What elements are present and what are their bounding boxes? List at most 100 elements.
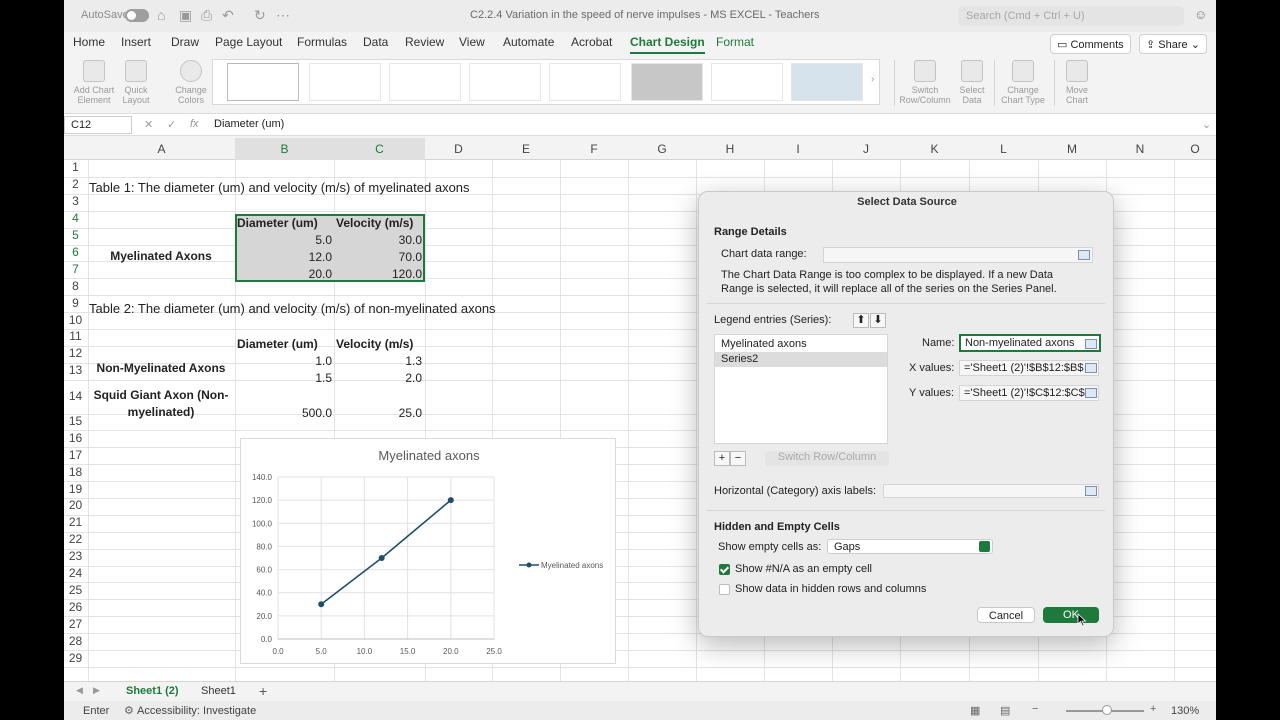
name-box[interactable]: C12 <box>64 116 132 134</box>
normal-view-icon[interactable]: ▦ <box>970 704 980 717</box>
category-range-picker-icon[interactable] <box>1085 486 1097 496</box>
row-header-5[interactable]: 5 <box>64 228 87 242</box>
row-header-10[interactable]: 10 <box>64 313 87 327</box>
confirm-icon[interactable]: ✓ <box>167 118 176 131</box>
tab-insert[interactable]: Insert <box>121 35 151 49</box>
show-hidden-checkbox[interactable] <box>719 584 730 595</box>
column-header-m[interactable]: M <box>1038 142 1106 156</box>
embedded-chart[interactable]: Myelinated axons 0.0 5.0 10.0 15.0 20.0 25.0 0… <box>240 438 616 664</box>
category-axis-labels-input[interactable] <box>883 484 1099 498</box>
range-picker-icon[interactable] <box>1078 250 1090 260</box>
tab-automate[interactable]: Automate <box>503 35 554 49</box>
column-header-n[interactable]: N <box>1106 142 1174 156</box>
ok-button[interactable]: OK <box>1043 607 1099 623</box>
row-header-7[interactable]: 7 <box>64 262 87 276</box>
select-data-button[interactable]: Select Data <box>954 60 990 105</box>
search-input[interactable]: Search (Cmd + Ctrl + U) <box>958 6 1184 26</box>
sheet-tab-sheet1-2[interactable]: Sheet1 (2) <box>126 685 179 697</box>
row-header-24[interactable]: 24 <box>64 566 87 580</box>
row-header-9[interactable]: 9 <box>64 296 87 310</box>
move-chart-button[interactable]: Move Chart <box>1058 60 1096 105</box>
tab-review[interactable]: Review <box>405 35 444 49</box>
change-colors-button[interactable]: Change Colors <box>172 60 210 105</box>
row-header-16[interactable]: 16 <box>64 431 87 445</box>
chart-style-thumb-3[interactable] <box>389 63 461 101</box>
row-header-28[interactable]: 28 <box>64 634 87 648</box>
row-header-26[interactable]: 26 <box>64 600 87 614</box>
column-header-o[interactable]: O <box>1174 142 1216 156</box>
column-header-a[interactable]: A <box>88 142 235 156</box>
formula-input[interactable]: Diameter (um) <box>214 118 284 130</box>
chart-style-thumb-7[interactable] <box>711 63 783 101</box>
quick-layout-button[interactable]: Quick Layout <box>118 60 154 105</box>
chart-style-thumb-1[interactable] <box>227 63 299 101</box>
zoom-out-icon[interactable]: − <box>1032 703 1038 715</box>
show-na-checkbox[interactable] <box>719 564 730 575</box>
chart-style-thumb-6[interactable] <box>631 63 703 101</box>
autosave-toggle[interactable] <box>125 9 149 22</box>
scroll-left-icon[interactable]: ◀ <box>76 685 83 696</box>
column-header-d[interactable]: D <box>425 142 492 156</box>
name-range-picker-icon[interactable] <box>1085 339 1097 349</box>
print-icon[interactable]: ⎙ <box>201 7 212 24</box>
row-header-13[interactable]: 13 <box>64 363 87 377</box>
row-header-2[interactable]: 2 <box>64 177 87 191</box>
row-header-19[interactable]: 19 <box>64 482 87 496</box>
remove-series-button[interactable]: − <box>730 451 746 466</box>
series-item-series2[interactable]: Series2 <box>715 352 887 367</box>
switch-row-column-button[interactable]: Switch Row/Column <box>765 451 889 466</box>
undo-icon[interactable]: ↶ <box>222 7 234 24</box>
tab-page-layout[interactable]: Page Layout <box>215 35 282 49</box>
change-chart-type-button[interactable]: Change Chart Type <box>998 60 1048 105</box>
comments-button[interactable]: ▭ Comments <box>1050 34 1131 54</box>
zoom-slider-thumb[interactable] <box>1102 705 1112 715</box>
cancel-button[interactable]: Cancel <box>977 607 1035 623</box>
tab-data[interactable]: Data <box>363 35 388 49</box>
chart-data-range-input[interactable] <box>823 247 1093 263</box>
row-header-29[interactable]: 29 <box>64 651 87 665</box>
tab-home[interactable]: Home <box>73 35 105 49</box>
row-header-6[interactable]: 6 <box>64 245 87 259</box>
move-down-arrow-icon[interactable]: ⬇ <box>870 313 886 328</box>
redo-icon[interactable]: ↻ <box>254 7 266 24</box>
y-range-picker-icon[interactable] <box>1085 388 1097 398</box>
chart-style-thumb-4[interactable] <box>469 63 541 101</box>
column-header-l[interactable]: L <box>969 142 1038 156</box>
column-header-c[interactable]: C <box>334 142 425 156</box>
share-button[interactable]: ⇪ Share ⌄ <box>1139 34 1207 54</box>
row-header-25[interactable]: 25 <box>64 583 87 597</box>
row-header-1[interactable]: 1 <box>64 160 87 174</box>
row-header-20[interactable]: 20 <box>64 498 87 512</box>
tab-chart-design[interactable]: Chart Design <box>630 35 705 54</box>
page-layout-view-icon[interactable]: ▤ <box>1000 704 1010 717</box>
x-range-picker-icon[interactable] <box>1085 363 1097 373</box>
row-header-22[interactable]: 22 <box>64 532 87 546</box>
show-empty-cells-select[interactable]: Gaps <box>827 539 993 554</box>
column-header-f[interactable]: F <box>560 142 628 156</box>
chart-style-thumb-2[interactable] <box>309 63 381 101</box>
tab-draw[interactable]: Draw <box>171 35 199 49</box>
fx-icon[interactable]: fx <box>190 118 199 130</box>
row-header-27[interactable]: 27 <box>64 617 87 631</box>
column-header-e[interactable]: E <box>492 142 560 156</box>
tab-formulas[interactable]: Formulas <box>297 35 347 49</box>
zoom-in-icon[interactable]: + <box>1150 703 1156 715</box>
row-header-3[interactable]: 3 <box>64 194 87 208</box>
add-sheet-icon[interactable]: + <box>259 683 267 699</box>
column-header-j[interactable]: J <box>832 142 900 156</box>
gallery-chevron-right-icon[interactable]: › <box>871 74 874 85</box>
tab-format[interactable]: Format <box>716 35 754 49</box>
chart-style-thumb-5[interactable] <box>549 63 621 101</box>
home-icon[interactable]: ⌂ <box>157 7 165 23</box>
series-name-input[interactable]: Non-myelinated axons <box>959 334 1101 352</box>
cancel-icon[interactable]: ✕ <box>144 118 153 131</box>
column-header-i[interactable]: I <box>764 142 832 156</box>
row-header-15[interactable]: 15 <box>64 414 87 428</box>
row-header-4[interactable]: 4 <box>64 211 87 225</box>
series-item-myelinated[interactable]: Myelinated axons <box>715 337 887 352</box>
move-up-arrow-icon[interactable]: ⬆ <box>853 313 869 328</box>
row-header-18[interactable]: 18 <box>64 465 87 479</box>
tab-view[interactable]: View <box>459 35 485 49</box>
row-header-21[interactable]: 21 <box>64 515 87 529</box>
row-header-17[interactable]: 17 <box>64 448 87 462</box>
